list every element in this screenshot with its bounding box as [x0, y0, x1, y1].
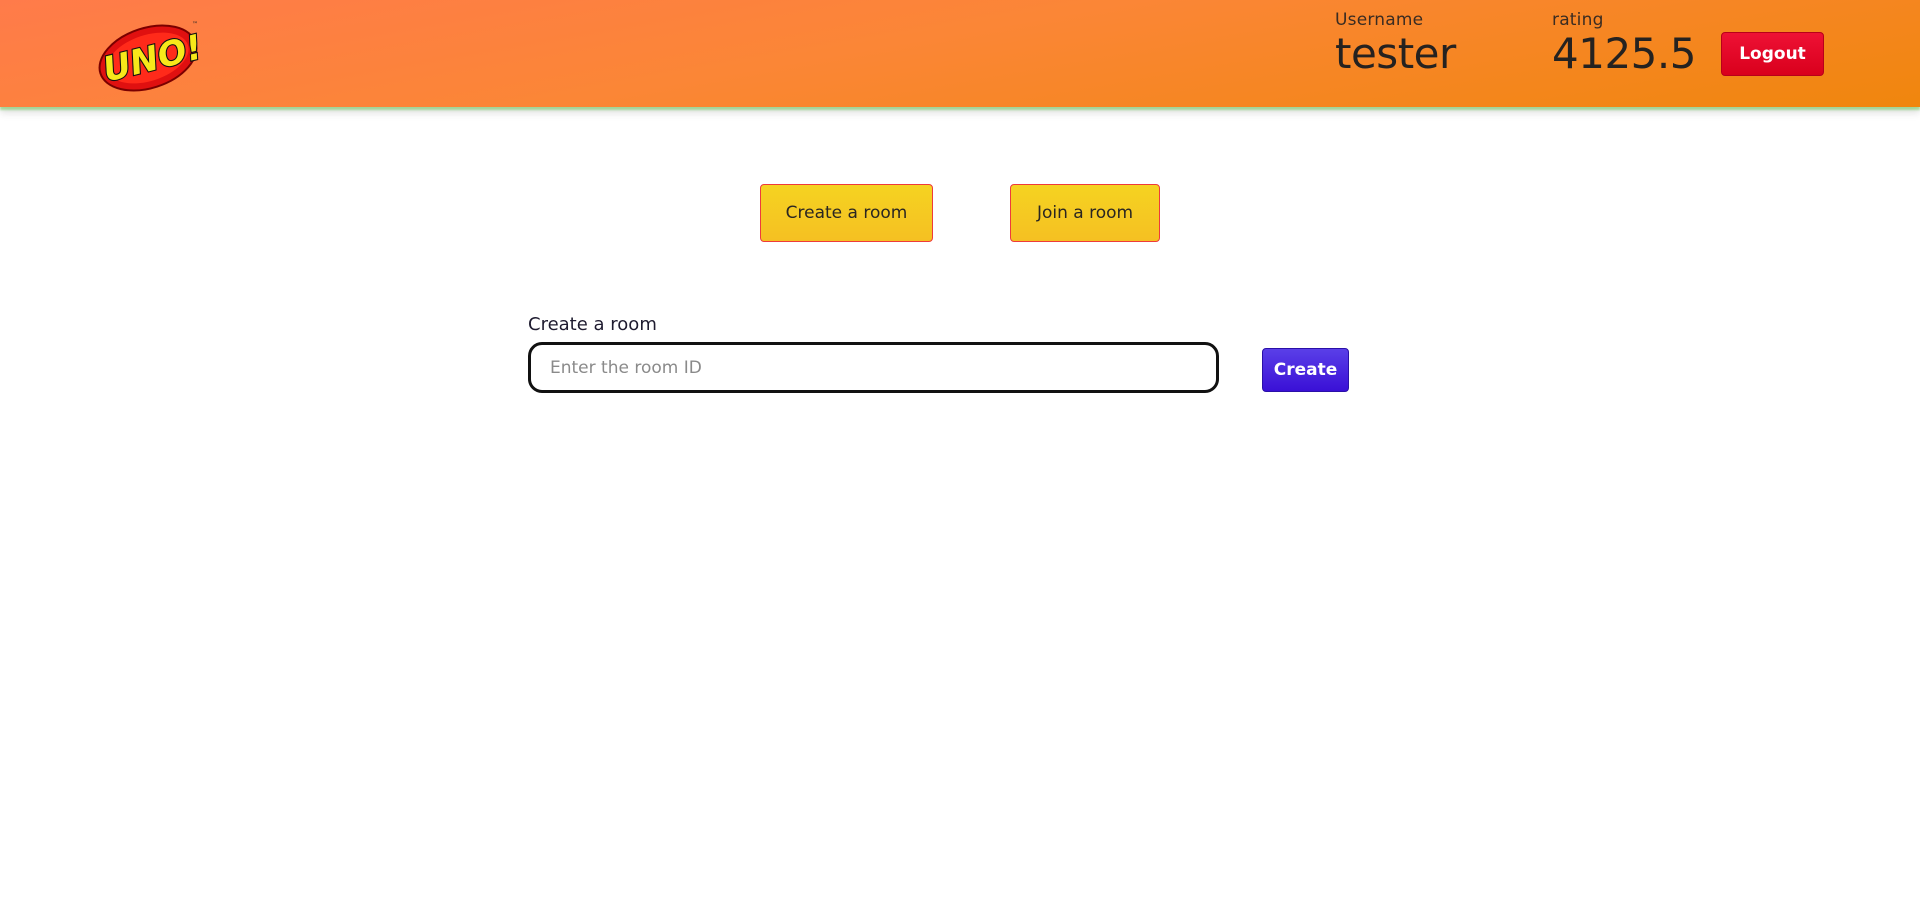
uno-logo-svg: UNO! ™ [98, 21, 207, 92]
create-button[interactable]: Create [1262, 348, 1349, 392]
rating-display: rating 4125.5 [1552, 10, 1696, 76]
svg-text:™: ™ [192, 21, 198, 28]
uno-logo-icon[interactable]: UNO! ™ [96, 18, 207, 92]
top-header: UNO! ™ Username tester rating 4125.5 Log… [0, 0, 1920, 107]
join-room-tab-button[interactable]: Join a room [1010, 184, 1160, 242]
rating-value: 4125.5 [1552, 29, 1696, 78]
create-room-form-label: Create a room [528, 314, 657, 335]
username-display: Username tester [1335, 10, 1456, 76]
username-value: tester [1335, 29, 1456, 78]
room-id-input[interactable] [528, 342, 1219, 393]
username-label: Username [1335, 10, 1424, 30]
create-room-tab-button[interactable]: Create a room [760, 184, 933, 242]
rating-label: rating [1552, 10, 1604, 30]
logout-button[interactable]: Logout [1721, 32, 1824, 76]
